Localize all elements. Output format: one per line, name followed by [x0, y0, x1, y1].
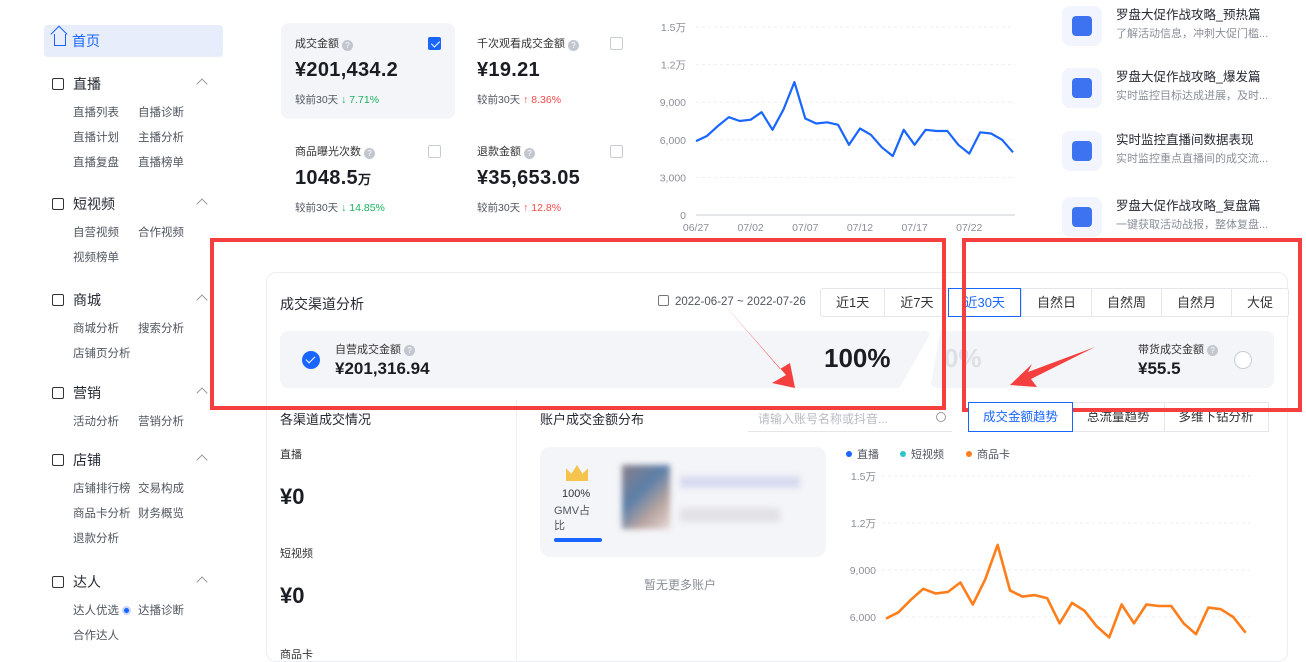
annotation-arrows: [722, 302, 1095, 388]
annotation-arrow-left: [722, 302, 795, 388]
tab-trend[interactable]: 成交金额趋势: [968, 402, 1074, 432]
annotation-arrow-right: [1010, 347, 1095, 387]
